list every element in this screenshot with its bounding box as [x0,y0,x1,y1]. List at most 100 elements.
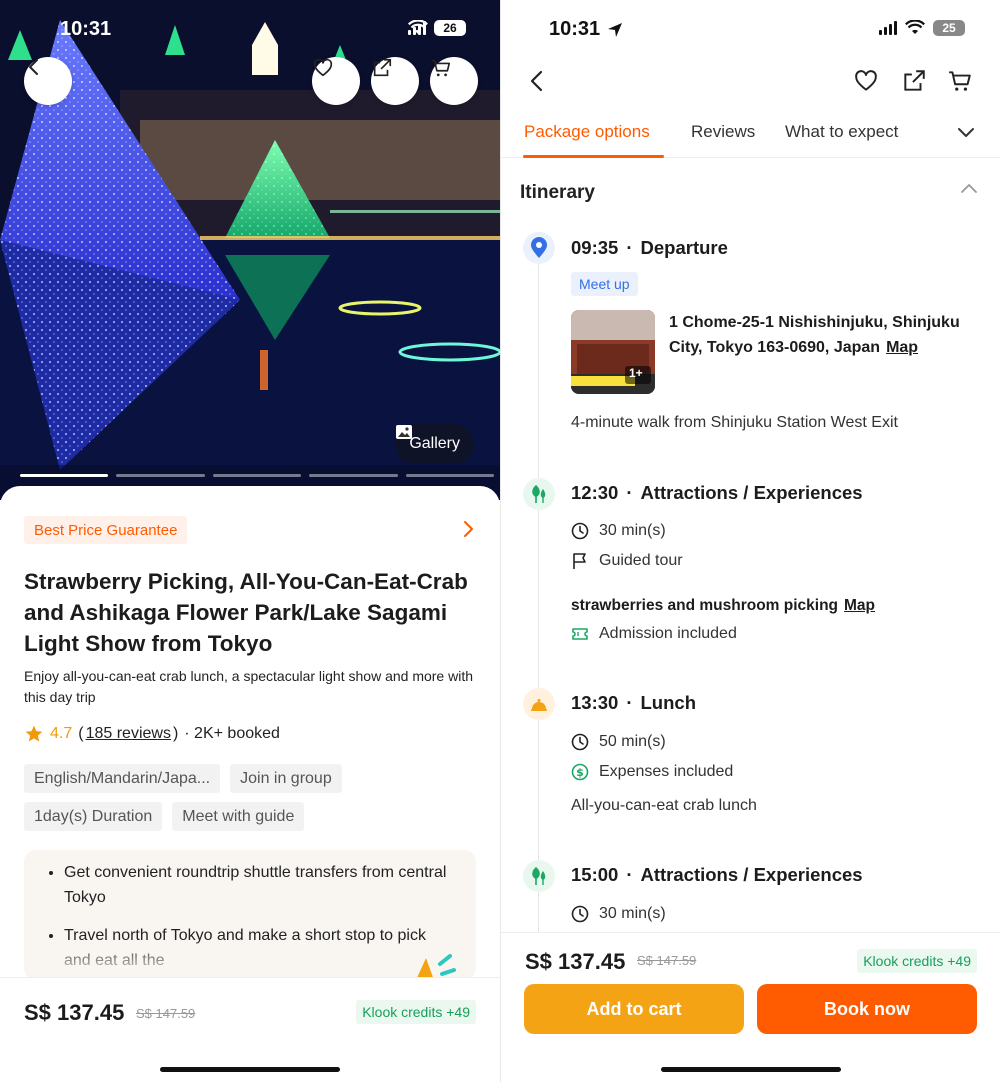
step-dot: · [626,692,633,713]
cart-button[interactable] [430,57,478,105]
map-link[interactable]: Map [844,597,875,614]
share-icon [373,58,392,77]
carousel-dot [20,474,109,477]
step-title-departure: 09:35 · Departure [571,237,728,259]
timeline-line [538,262,539,932]
chevron-up-icon[interactable] [960,182,978,194]
tab-reviews[interactable]: Reviews [691,122,755,142]
image-icon [396,425,413,439]
tab-package-options[interactable]: Package options [524,122,650,142]
lunch-step-icon [523,688,555,720]
hero-image[interactable]: 10:31 26 Gallery [0,0,500,500]
share-icon[interactable] [901,68,927,94]
back-arrow-icon[interactable] [525,68,549,94]
status-time: 10:31 [60,18,112,40]
admission-row: Admission included [571,625,737,643]
rating-score: 4.7 [50,725,73,742]
building-photo [571,310,655,394]
step-title-attraction: 12:30 · Attractions / Experiences [571,482,863,504]
clock-icon [571,733,589,751]
meetup-badge: Meet up [571,272,638,296]
book-now-button[interactable]: Book now [757,984,977,1034]
booking-bar: S$ 137.45 S$ 147.59 Klook credits +49 Ad… [501,932,1000,1082]
heart-icon [313,58,333,77]
departure-step-icon [523,232,555,264]
add-to-cart-button[interactable]: Add to cart [524,984,744,1034]
back-button[interactable] [24,57,72,105]
battery-indicator: 25 [933,20,969,36]
duration-text: 30 min(s) [599,522,666,539]
reviews-link[interactable]: 185 reviews [86,725,171,743]
cart-icon[interactable] [947,68,973,94]
cart-icon [431,59,451,77]
top-nav [501,56,1000,108]
duration-text: 30 min(s) [599,905,666,922]
price: S$ 137.45 [525,949,626,974]
star-icon [25,725,43,742]
product-title: Strawberry Picking, All-You-Can-Eat-Crab… [24,569,468,656]
home-indicator [160,1067,340,1072]
highlight-item: Get convenient roundtrip shuttle transfe… [64,860,456,910]
best-price-badge[interactable]: Best Price Guarantee [24,516,188,544]
step-dot: · [626,482,633,503]
step-label: Attractions / Experiences [640,482,863,503]
product-detail-screen: 10:31 26 Gallery Best Price Guarantee St… [0,0,500,1082]
home-indicator [661,1067,841,1072]
step-dot: · [626,864,633,885]
step-time: 15:00 [571,864,619,885]
tree-icon [532,867,546,885]
group-chip: Join in group [230,764,342,793]
tour-type-row: Guided tour [571,552,683,570]
step-label: Departure [640,237,728,258]
chevron-down-icon[interactable] [957,126,975,138]
booked-count: · 2K+ booked [184,725,280,742]
step-time: 09:35 [571,237,619,258]
guide-chip: Meet with guide [172,802,305,831]
step-dot: · [626,237,633,258]
clock-icon [571,905,589,923]
wifi-icon [905,20,925,34]
duration-text: 50 min(s) [599,733,666,750]
share-button[interactable] [371,57,419,105]
feature-chips: English/Mandarin/Japa... Join in group 1… [24,764,484,831]
map-link[interactable]: Map [886,339,918,356]
original-price: S$ 147.59 [637,953,697,968]
clock-icon [571,522,589,540]
location-pin-icon [531,237,547,258]
meeting-point-thumbnail[interactable]: 1+ [571,310,655,394]
gallery-button[interactable]: Gallery [395,424,474,464]
sparkle-decoration-icon [416,954,456,980]
language-chip: English/Mandarin/Japa... [24,764,221,793]
wifi-icon [408,20,428,34]
carousel-dot [212,474,302,477]
original-price: S$ 147.59 [136,1006,196,1021]
wishlist-button[interactable] [312,57,360,105]
price: S$ 137.45 [24,1000,125,1025]
credits-badge: Klook credits +49 [356,1000,476,1024]
package-itinerary-screen: 10:31 25 Package options Reviews What to… [500,0,1000,1082]
svg-text:$: $ [576,766,584,779]
step-time: 13:30 [571,692,619,713]
reviews-close-paren: ) [172,725,179,742]
photo-count-badge: 1+ [629,366,643,380]
expenses-row: $ Expenses included [571,763,733,781]
flag-icon [573,553,586,569]
expenses-text: Expenses included [599,763,734,780]
credits-badge: Klook credits +49 [857,949,977,973]
duration-row: 30 min(s) [571,522,666,540]
status-bar: 10:31 26 [0,0,500,56]
chevron-right-icon[interactable] [462,520,474,538]
status-bar: 10:31 25 [501,0,1000,56]
section-tabs: Package options Reviews What to expect [501,108,1000,158]
carousel-dot [309,474,398,477]
duration-row: 50 min(s) [571,733,666,751]
activity-text: strawberries and mushroom picking [571,597,839,614]
product-subtitle: Enjoy all-you-can-eat crab lunch, a spec… [24,668,474,705]
heart-icon[interactable] [853,68,879,94]
step-title-lunch: 13:30 · Lunch [571,692,696,714]
highlights-box[interactable]: Get convenient roundtrip shuttle transfe… [24,850,476,980]
tab-what-to-expect[interactable]: What to expect [785,122,898,142]
step-label: Lunch [640,692,697,713]
step-time: 12:30 [571,482,619,503]
duration-row: 30 min(s) [571,905,666,923]
